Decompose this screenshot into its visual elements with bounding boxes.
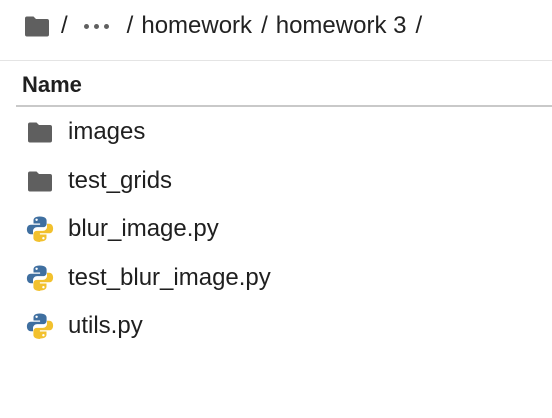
breadcrumb-separator: / <box>415 12 423 39</box>
divider <box>0 60 552 61</box>
divider <box>16 105 552 107</box>
breadcrumb-separator: / <box>126 12 134 39</box>
file-name: test_blur_image.py <box>68 264 271 291</box>
column-header-name[interactable]: Name <box>22 72 82 98</box>
file-name: utils.py <box>68 312 143 339</box>
breadcrumb-homework-3[interactable]: homework 3 <box>276 12 407 40</box>
file-name: test_grids <box>68 167 173 194</box>
breadcrumb-separator: / <box>61 12 68 39</box>
list-item[interactable]: test_blur_image.py <box>0 254 552 302</box>
python-file-icon <box>26 264 54 292</box>
python-file-icon <box>26 312 54 340</box>
python-file-icon <box>26 215 54 243</box>
list-item[interactable]: test_grids <box>0 157 552 205</box>
breadcrumb: / / homework / homework 3 / <box>24 8 422 44</box>
breadcrumb-separator: / <box>261 12 268 39</box>
folder-icon <box>26 118 54 146</box>
folder-icon <box>26 167 54 195</box>
list-item[interactable]: blur_image.py <box>0 205 552 253</box>
breadcrumb-homework[interactable]: homework <box>141 12 252 40</box>
folder-icon[interactable] <box>24 14 52 38</box>
ellipsis-icon[interactable] <box>76 14 118 38</box>
file-name: blur_image.py <box>68 215 219 242</box>
list-item[interactable]: images <box>0 108 552 156</box>
file-name: images <box>68 118 146 145</box>
list-item[interactable]: utils.py <box>0 302 552 350</box>
